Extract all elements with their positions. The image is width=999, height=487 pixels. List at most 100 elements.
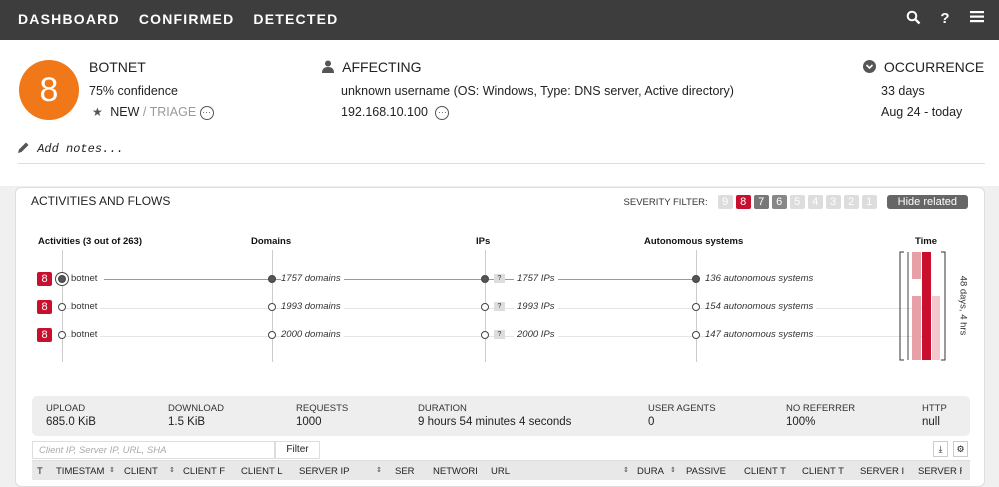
main-nav: DASHBOARD CONFIRMED DETECTED: [18, 11, 338, 27]
domain-count[interactable]: 1757 domains: [281, 273, 344, 284]
help-icon[interactable]: ?: [937, 10, 953, 28]
activity-name[interactable]: botnet: [71, 329, 101, 340]
stat-http: HTTP null: [922, 403, 947, 428]
domain-count[interactable]: 1993 domains: [281, 301, 344, 312]
chevron-down-icon[interactable]: [863, 60, 876, 76]
unknown-ip-box: ?: [494, 302, 505, 311]
activity-name[interactable]: botnet: [71, 273, 101, 284]
severity-8[interactable]: 8: [735, 195, 751, 209]
stat-download: DOWNLOAD 1.5 KiB: [168, 403, 224, 428]
threat-title: BOTNET: [89, 59, 146, 75]
state-separator: /: [142, 105, 147, 119]
as-node[interactable]: [692, 303, 700, 311]
col-activities: Activities (3 out of 263): [38, 236, 142, 247]
severity-4[interactable]: 4: [807, 195, 823, 209]
activity-node[interactable]: [58, 303, 66, 311]
hide-related-button[interactable]: Hide related: [886, 195, 968, 209]
occurrence-range: Aug 24 - today: [881, 105, 963, 119]
affecting-ip[interactable]: 192.168.10.100: [341, 105, 428, 119]
th-server-ip[interactable]: SERVER IP: [299, 466, 369, 477]
severity-badge: 8: [37, 300, 52, 314]
flow-filter-input[interactable]: Client IP, Server IP, URL, SHA: [32, 441, 275, 459]
affecting-title: AFFECTING: [342, 59, 422, 75]
th-url[interactable]: URL: [491, 466, 521, 477]
unknown-ip-box: ?: [494, 274, 505, 283]
severity-1[interactable]: 1: [861, 195, 877, 209]
th-server-f[interactable]: SERVER F: [918, 466, 962, 477]
nav-confirmed[interactable]: CONFIRMED: [139, 11, 235, 27]
activity-node[interactable]: [58, 275, 66, 283]
affecting-ip-row: 192.168.10.100 ···: [341, 105, 450, 120]
stat-user-agents: USER AGENTS 0: [648, 403, 716, 428]
stat-no-referrer: NO REFERRER 100%: [786, 403, 856, 428]
nav-detected[interactable]: DETECTED: [253, 11, 338, 27]
add-notes[interactable]: Add notes...: [17, 141, 124, 158]
occurrence-days: 33 days: [881, 84, 925, 98]
ip-options-icon[interactable]: ···: [435, 105, 450, 120]
flow-row[interactable]: 8 botnet 2000 domains ? 2000 IPs 147 aut…: [16, 327, 984, 347]
unknown-ip-box: ?: [494, 330, 505, 339]
th-client[interactable]: CLIENT: [124, 466, 160, 477]
column-settings-icon[interactable]: ⚙: [953, 441, 968, 457]
th-server[interactable]: SER: [395, 466, 415, 477]
ip-count[interactable]: 2000 IPs: [514, 329, 558, 340]
th-server-i[interactable]: SERVER I: [860, 466, 904, 477]
ip-node[interactable]: [481, 331, 489, 339]
state-triage[interactable]: TRIAGE: [150, 105, 197, 119]
as-count[interactable]: 136 autonomous systems: [705, 273, 813, 284]
panel-title: ACTIVITIES AND FLOWS: [31, 194, 171, 208]
severity-9[interactable]: 9: [717, 195, 733, 209]
as-node[interactable]: [692, 331, 700, 339]
th-passive[interactable]: PASSIVE: [686, 466, 732, 477]
affecting-user: unknown username (OS: Windows, Type: DNS…: [341, 84, 734, 98]
th-client-l[interactable]: CLIENT L: [241, 466, 285, 477]
as-count[interactable]: 154 autonomous systems: [705, 301, 817, 312]
severity-5[interactable]: 5: [789, 195, 805, 209]
col-autonomous-systems: Autonomous systems: [644, 236, 744, 247]
confidence: 75% confidence: [89, 84, 178, 98]
search-icon[interactable]: [905, 10, 921, 28]
severity-2[interactable]: 2: [843, 195, 859, 209]
nav-dashboard[interactable]: DASHBOARD: [18, 11, 120, 27]
th-client-t1[interactable]: CLIENT T: [744, 466, 788, 477]
domain-node[interactable]: [268, 275, 276, 283]
ip-node[interactable]: [481, 303, 489, 311]
col-time: Time: [915, 236, 938, 247]
time-span-label: 48 days, 4 hrs: [957, 275, 969, 336]
flow-row[interactable]: 8 botnet 1757 domains ? 1757 IPs 136 aut…: [16, 271, 984, 291]
th-type[interactable]: T: [37, 466, 49, 477]
severity-3[interactable]: 3: [825, 195, 841, 209]
severity-filter: SEVERITY FILTER: 9 8 7 6 5 4 3 2 1 Hide …: [624, 195, 968, 209]
alert-header: 8 BOTNET 75% confidence ★ NEW / TRIAGE ·…: [0, 40, 999, 186]
ip-count[interactable]: 1993 IPs: [514, 301, 558, 312]
th-client-f[interactable]: CLIENT F: [183, 466, 227, 477]
activity-name[interactable]: botnet: [71, 301, 101, 312]
ip-node[interactable]: [481, 275, 489, 283]
domain-node[interactable]: [268, 331, 276, 339]
filter-button[interactable]: Filter: [275, 441, 320, 459]
domain-count[interactable]: 2000 domains: [281, 329, 344, 340]
menu-icon[interactable]: [969, 10, 985, 28]
th-network[interactable]: NETWORI: [433, 466, 481, 477]
state-new[interactable]: NEW: [110, 105, 139, 119]
severity-7[interactable]: 7: [753, 195, 769, 209]
ip-count[interactable]: 1757 IPs: [514, 273, 558, 284]
flow-row[interactable]: 8 botnet 1993 domains ? 1993 IPs 154 aut…: [16, 299, 984, 319]
domain-node[interactable]: [268, 303, 276, 311]
th-duration[interactable]: DURA: [637, 466, 665, 477]
activity-node[interactable]: [58, 331, 66, 339]
affecting-section: AFFECTING: [322, 59, 421, 76]
th-client-t2[interactable]: CLIENT T: [802, 466, 846, 477]
as-count[interactable]: 147 autonomous systems: [705, 329, 817, 340]
stat-duration: DURATION 9 hours 54 minutes 4 seconds: [418, 403, 572, 428]
divider: [18, 163, 985, 164]
col-ips: IPs: [476, 236, 491, 247]
time-chart[interactable]: [896, 250, 946, 364]
th-timestamp[interactable]: TIMESTAM: [56, 466, 108, 477]
download-icon[interactable]: ⤓: [933, 441, 948, 457]
flow-line: [104, 279, 694, 280]
severity-6[interactable]: 6: [771, 195, 787, 209]
star-icon[interactable]: ★: [92, 105, 103, 119]
more-options-icon[interactable]: ···: [199, 105, 214, 120]
as-node[interactable]: [692, 275, 700, 283]
